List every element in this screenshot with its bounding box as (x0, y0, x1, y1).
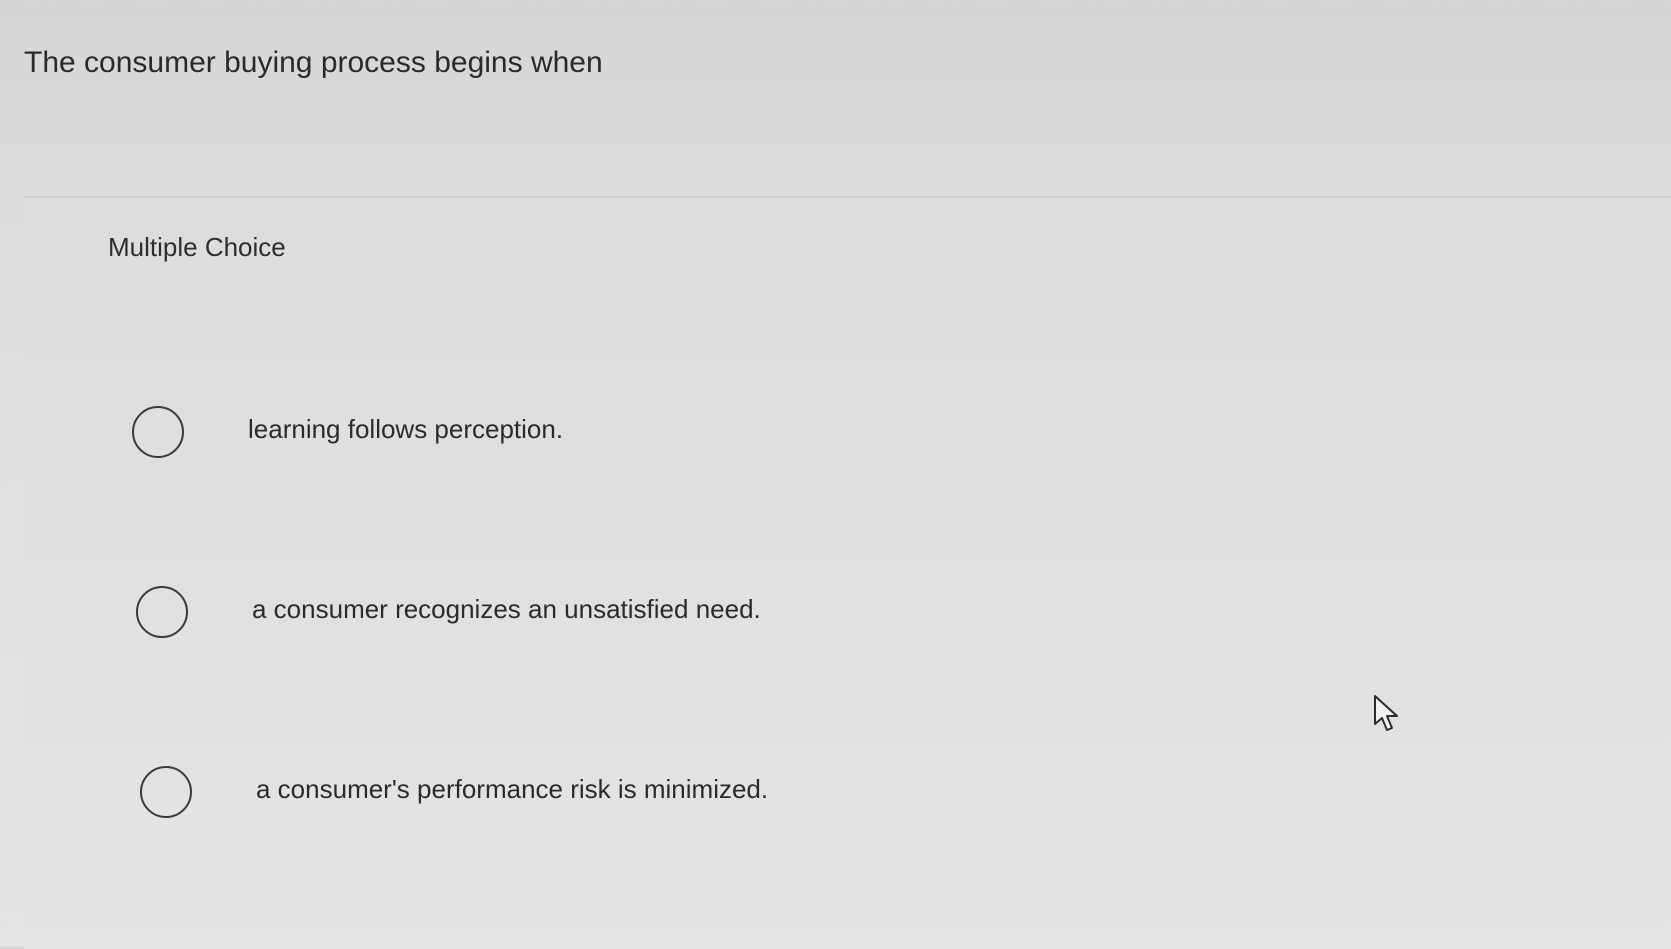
answer-option-label[interactable]: a consumer's performance risk is minimiz… (256, 774, 768, 805)
mouse-pointer-icon (1374, 695, 1398, 731)
radio-unselected-icon[interactable] (132, 406, 184, 458)
radio-unselected-icon[interactable] (140, 766, 192, 818)
answer-option-1[interactable]: learning follows perception. (24, 384, 1671, 484)
answer-option-label[interactable]: a consumer recognizes an unsatisfied nee… (252, 594, 761, 625)
question-type-label: Multiple Choice (108, 232, 286, 262)
question-text: The consumer buying process begins when (24, 46, 603, 79)
answer-option-3[interactable]: a consumer's performance risk is minimiz… (24, 744, 1671, 844)
answer-panel: Multiple Choice learning follows percept… (24, 196, 1671, 949)
radio-unselected-icon[interactable] (136, 586, 188, 638)
answer-option-2[interactable]: a consumer recognizes an unsatisfied nee… (24, 564, 1671, 664)
answer-option-label[interactable]: learning follows perception. (248, 414, 563, 445)
